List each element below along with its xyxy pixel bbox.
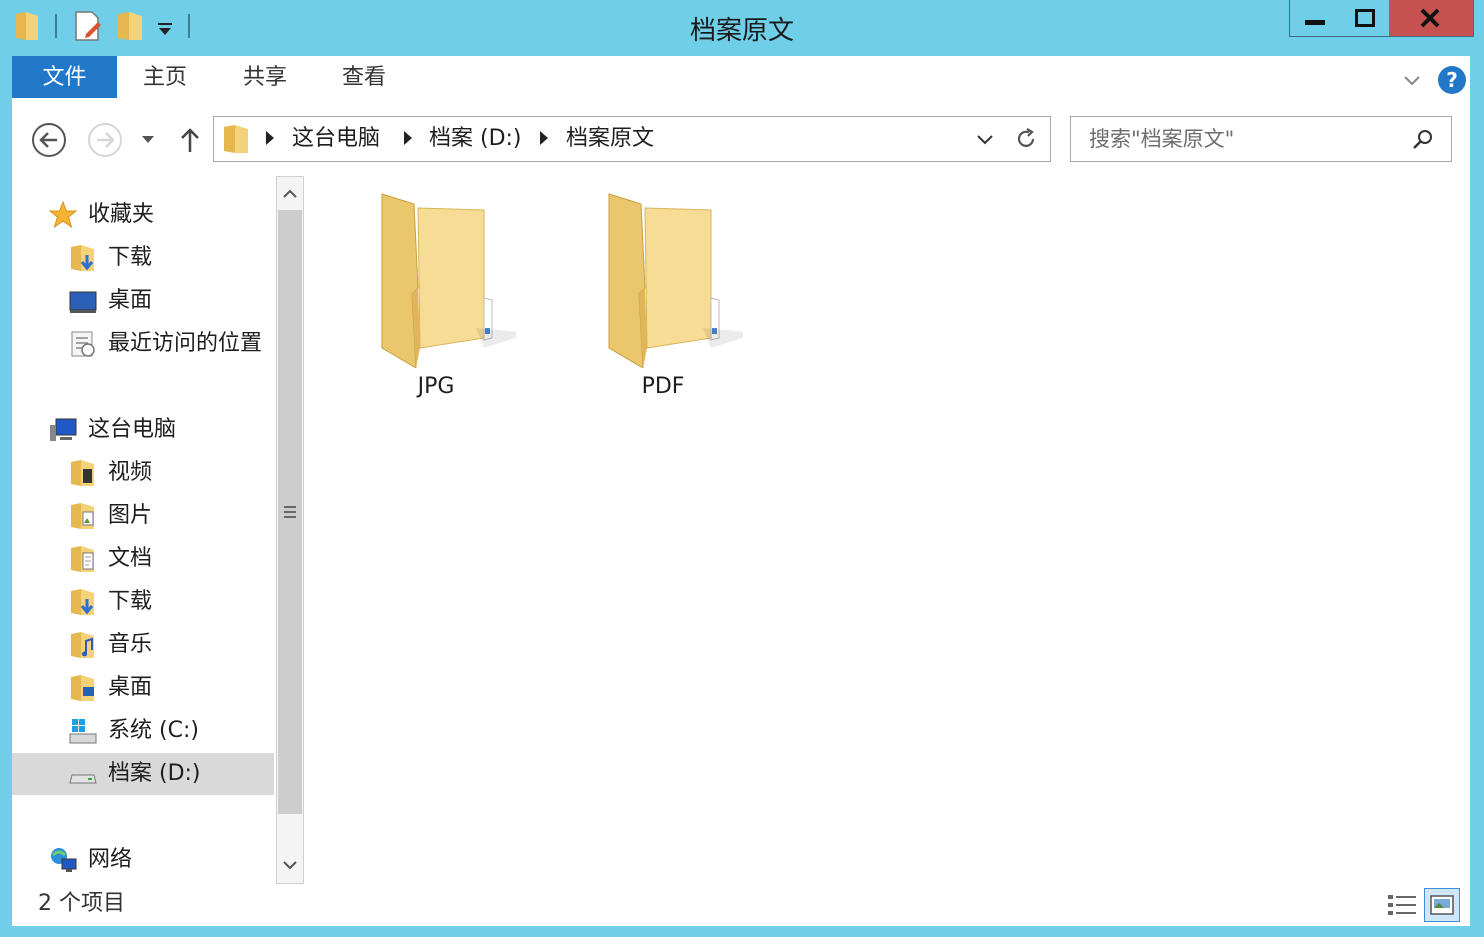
scrollbar-thumb[interactable]	[278, 210, 302, 814]
breadcrumb-separator[interactable]	[540, 131, 548, 145]
expand-ribbon-icon[interactable]	[1400, 68, 1424, 92]
computer-icon	[50, 418, 77, 441]
maximize-icon	[1355, 9, 1375, 27]
nav-label: 桌面	[108, 288, 153, 313]
nav-label: 最近访问的位置	[108, 331, 263, 356]
nav-label: 网络	[88, 847, 133, 872]
drive-icon	[69, 774, 97, 784]
folder-item-jpg[interactable]: JPG	[336, 188, 536, 418]
item-count: 2 个项目	[38, 891, 125, 916]
nav-label: 音乐	[108, 632, 153, 657]
maximize-button[interactable]	[1339, 0, 1390, 37]
nav-item-downloads-pc[interactable]: 下载	[12, 581, 274, 623]
large-icons-view-button[interactable]	[1424, 888, 1460, 922]
ribbon-tabs: 文件 主页 共享 查看 ?	[12, 56, 1470, 105]
title-bar: 档案原文	[0, 0, 1484, 56]
details-view-icon[interactable]	[1384, 888, 1420, 922]
recent-places-icon	[71, 331, 95, 357]
nav-label: 文档	[108, 546, 153, 571]
downloads-folder-icon	[71, 589, 94, 615]
status-bar: 2 个项目	[12, 886, 1470, 926]
downloads-folder-icon	[71, 245, 94, 271]
back-button[interactable]	[30, 121, 68, 159]
minimize-button[interactable]	[1289, 0, 1341, 37]
folder-name: PDF	[641, 374, 685, 399]
nav-label: 桌面	[108, 675, 153, 700]
close-icon	[1420, 8, 1440, 28]
help-icon[interactable]: ?	[1438, 66, 1466, 94]
window-title: 档案原文	[689, 16, 794, 46]
nav-item-desktop-pc[interactable]: 桌面	[12, 667, 274, 709]
nav-item-drive-d[interactable]: 档案 (D:)	[12, 753, 274, 795]
tab-share[interactable]: 共享	[227, 56, 303, 98]
breadcrumb-separator[interactable]	[266, 131, 274, 145]
up-arrow-icon[interactable]	[178, 126, 202, 154]
nav-pane-scrollbar[interactable]	[274, 174, 306, 886]
navigation-bar: 这台电脑 档案 (D:) 档案原文 搜索"档案原文"	[12, 104, 1470, 174]
nav-item-system-drive[interactable]: 系统 (C:)	[12, 710, 274, 752]
nav-label: 图片	[108, 503, 153, 528]
nav-item-videos[interactable]: 视频	[12, 452, 274, 494]
breadcrumb-this-pc[interactable]: 这台电脑	[292, 117, 380, 161]
minimize-icon	[1305, 20, 1325, 25]
nav-label: 这台电脑	[88, 417, 177, 442]
file-list[interactable]: JPG PDF	[306, 174, 1470, 886]
folder-icon	[224, 125, 248, 153]
nav-item-pictures[interactable]: 图片	[12, 495, 274, 537]
grip-line	[284, 506, 296, 508]
pictures-folder-icon	[71, 503, 94, 529]
recent-locations-icon[interactable]	[140, 132, 156, 146]
nav-label: 下载	[108, 245, 153, 270]
nav-item-downloads[interactable]: 下载	[12, 237, 274, 279]
nav-label: 档案 (D:)	[108, 761, 201, 786]
nav-item-desktop[interactable]: 桌面	[12, 280, 274, 322]
search-icon[interactable]	[1411, 127, 1435, 151]
grip-line	[284, 516, 296, 518]
close-button[interactable]	[1389, 0, 1474, 37]
nav-label: 下载	[108, 589, 153, 614]
forward-button[interactable]	[86, 121, 124, 159]
videos-folder-icon	[71, 460, 94, 486]
refresh-icon[interactable]	[1014, 127, 1038, 151]
breadcrumb-separator[interactable]	[404, 131, 412, 145]
nav-network[interactable]: 网络	[12, 839, 274, 881]
address-history-icon[interactable]	[974, 129, 996, 149]
breadcrumb-drive-d[interactable]: 档案 (D:)	[429, 117, 522, 161]
navigation-pane: 收藏夹 下载 桌面 最近访问的位置 这台电脑 视频 图片 文档 下载 音乐 桌面…	[12, 174, 274, 886]
nav-label: 收藏夹	[88, 202, 155, 227]
star-icon	[48, 200, 78, 229]
large-icons-view-icon	[1430, 895, 1454, 915]
network-icon	[51, 848, 77, 872]
folder-name: JPG	[417, 374, 455, 399]
nav-label: 视频	[108, 460, 153, 485]
nav-item-music[interactable]: 音乐	[12, 624, 274, 666]
address-bar[interactable]: 这台电脑 档案 (D:) 档案原文	[213, 116, 1051, 162]
music-folder-icon	[71, 632, 94, 658]
nav-favorites[interactable]: 收藏夹	[12, 194, 274, 236]
tab-view[interactable]: 查看	[326, 56, 402, 98]
nav-label: 系统 (C:)	[108, 718, 199, 743]
breadcrumb-current-folder[interactable]: 档案原文	[566, 117, 654, 161]
folder-icon	[381, 193, 516, 368]
nav-this-pc[interactable]: 这台电脑	[12, 409, 274, 451]
scroll-up-icon[interactable]	[278, 178, 302, 208]
documents-folder-icon	[71, 546, 94, 572]
folder-icon	[608, 193, 743, 368]
search-box[interactable]: 搜索"档案原文"	[1070, 116, 1452, 162]
search-input[interactable]: 搜索"档案原文"	[1089, 117, 1234, 161]
nav-item-recent-places[interactable]: 最近访问的位置	[12, 323, 274, 365]
folder-item-pdf[interactable]: PDF	[563, 188, 763, 418]
nav-item-documents[interactable]: 文档	[12, 538, 274, 580]
desktop-icon	[69, 291, 97, 313]
tab-file[interactable]: 文件	[12, 56, 117, 98]
scroll-down-icon[interactable]	[278, 850, 302, 880]
grip-line	[284, 511, 296, 513]
desktop-folder-icon	[71, 675, 94, 701]
tab-home[interactable]: 主页	[127, 56, 203, 98]
system-drive-icon	[69, 719, 97, 744]
